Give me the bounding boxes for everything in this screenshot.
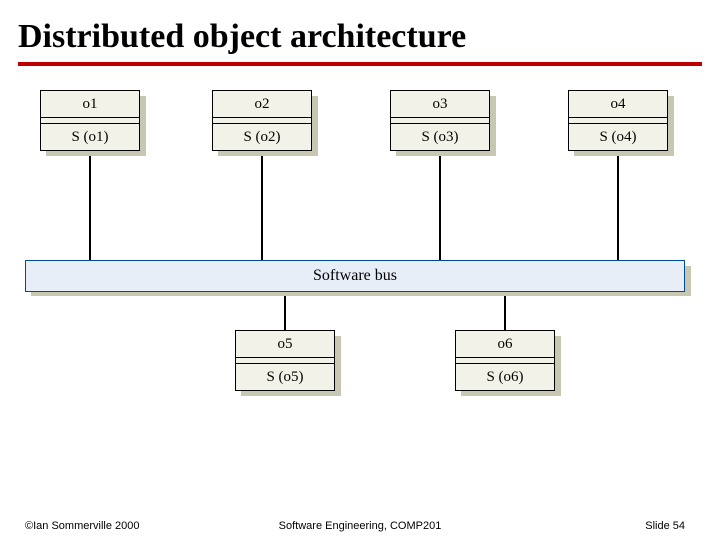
object-service: S (o3) (391, 124, 489, 150)
object-o5: o5 S (o5) (235, 330, 335, 391)
diagram-figure: o1 S (o1) o2 S (o2) o3 S (o3) o4 S (o4) (40, 90, 680, 480)
object-name: o6 (456, 331, 554, 358)
object-service: S (o6) (456, 364, 554, 390)
object-name: o4 (569, 91, 667, 118)
connector (261, 150, 263, 262)
connector (504, 290, 506, 335)
object-o3: o3 S (o3) (390, 90, 490, 151)
object-name: o3 (391, 91, 489, 118)
title-underline (18, 62, 702, 66)
connector (439, 150, 441, 262)
footer-course: Software Engineering, COMP201 (0, 520, 720, 532)
connector (284, 290, 286, 335)
page-title: Distributed object architecture (18, 18, 702, 56)
footer-slide-number: Slide 54 (645, 520, 685, 532)
object-o2: o2 S (o2) (212, 90, 312, 151)
object-service: S (o1) (41, 124, 139, 150)
object-service: S (o2) (213, 124, 311, 150)
bus-label: Software bus (25, 260, 685, 292)
connector (617, 150, 619, 262)
object-name: o2 (213, 91, 311, 118)
software-bus: Software bus (25, 260, 685, 292)
object-service: S (o5) (236, 364, 334, 390)
object-o1: o1 S (o1) (40, 90, 140, 151)
object-name: o5 (236, 331, 334, 358)
object-name: o1 (41, 91, 139, 118)
connector (89, 150, 91, 262)
object-o6: o6 S (o6) (455, 330, 555, 391)
object-o4: o4 S (o4) (568, 90, 668, 151)
object-service: S (o4) (569, 124, 667, 150)
